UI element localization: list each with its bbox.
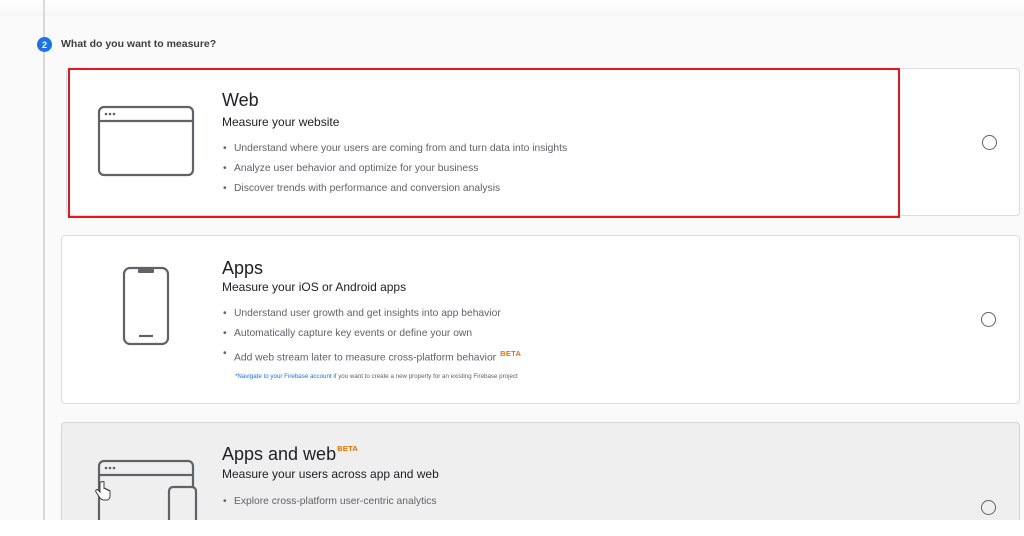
list-item: Understand user growth and get insights … bbox=[222, 304, 521, 324]
option-subtitle-web: Measure your website bbox=[222, 115, 340, 129]
option-subtitle-apps: Measure your iOS or Android apps bbox=[222, 280, 407, 294]
option-card-apps[interactable]: Apps Measure your iOS or Android apps Un… bbox=[61, 235, 1020, 404]
phone-icon bbox=[122, 266, 170, 346]
option-bullets-apps: Understand user growth and get insights … bbox=[222, 304, 521, 364]
option-card-web[interactable]: Web Measure your website Understand wher… bbox=[66, 68, 1020, 216]
option-title-web: Web bbox=[222, 90, 259, 110]
list-item: Add web stream later to measure cross-pl… bbox=[222, 344, 521, 364]
option-title-apps-and-web: Apps and webBETA bbox=[222, 444, 358, 465]
option-subtitle-apps-and-web: Measure your users across app and web bbox=[222, 467, 439, 481]
step-title: What do you want to measure? bbox=[61, 38, 217, 50]
stepper-line bbox=[43, 0, 45, 520]
firebase-account-link[interactable]: *Navigate to your Firebase account bbox=[235, 373, 332, 380]
beta-badge: BETA bbox=[500, 349, 522, 358]
hand-cursor-icon bbox=[95, 481, 111, 501]
list-item-text: Add web stream later to measure cross-pl… bbox=[234, 352, 497, 364]
radio-apps-and-web[interactable] bbox=[981, 500, 996, 515]
step-number-badge: 2 bbox=[37, 37, 52, 52]
list-item: Discover trends with performance and con… bbox=[222, 179, 567, 199]
list-item: Automatically capture key events or defi… bbox=[222, 324, 521, 344]
browser-and-phone-icon bbox=[97, 459, 198, 520]
option-title-apps: Apps bbox=[222, 258, 264, 278]
top-shade bbox=[0, 0, 1024, 16]
measure-step-panel: 2 What do you want to measure? Web Measu… bbox=[0, 0, 1024, 520]
option-bullets-web: Understand where your users are coming f… bbox=[222, 139, 567, 199]
firebase-note: *Navigate to your Firebase account if yo… bbox=[235, 373, 518, 380]
list-item: Understand where your users are coming f… bbox=[222, 139, 567, 159]
option-title-apps-and-web-text: Apps and web bbox=[222, 444, 337, 464]
beta-badge: BETA bbox=[337, 444, 359, 453]
radio-apps[interactable] bbox=[981, 312, 996, 327]
browser-window-icon bbox=[97, 105, 195, 177]
firebase-note-text: if you want to create a new property for… bbox=[331, 373, 518, 380]
list-item: Analyze user behavior and optimize for y… bbox=[222, 159, 567, 179]
radio-web[interactable] bbox=[982, 135, 997, 150]
option-bullets-apps-and-web: Explore cross-platform user-centric anal… bbox=[222, 492, 437, 512]
option-card-apps-and-web[interactable]: Apps and webBETA Measure your users acro… bbox=[61, 422, 1020, 520]
list-item: Explore cross-platform user-centric anal… bbox=[222, 492, 437, 512]
